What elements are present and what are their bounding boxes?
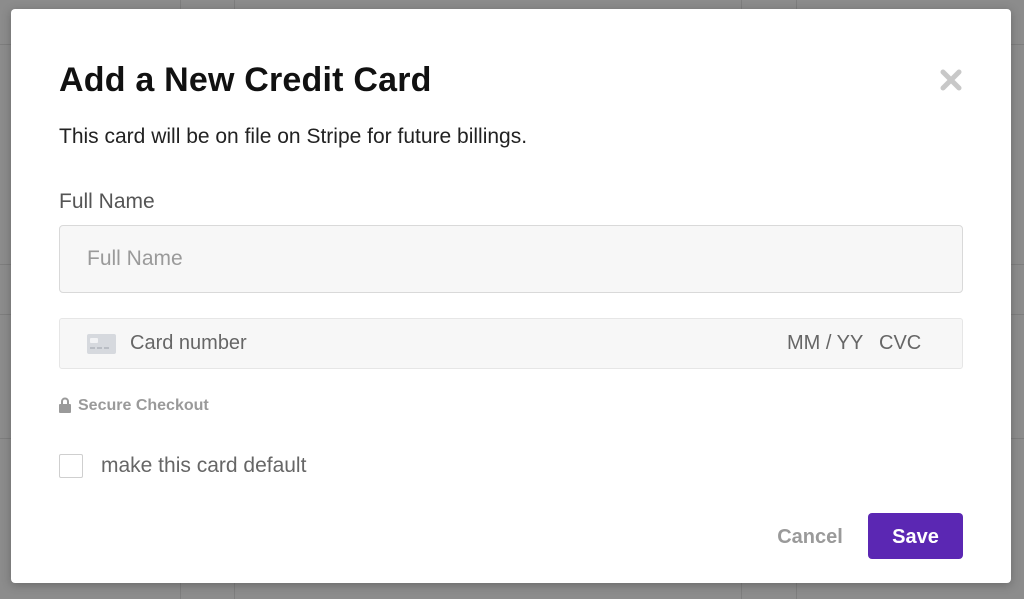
lock-icon <box>59 397 71 413</box>
default-card-checkbox-label[interactable]: make this card default <box>101 454 306 478</box>
dialog-subtitle: This card will be on file on Stripe for … <box>59 125 528 148</box>
full-name-label: Full Name <box>59 190 155 213</box>
add-credit-card-dialog: Add a New Credit Card This card will be … <box>11 9 1011 583</box>
card-cvc-input[interactable]: CVC <box>879 332 921 355</box>
dialog-title: Add a New Credit Card <box>59 61 432 99</box>
credit-card-icon <box>87 334 116 354</box>
secure-checkout-text: Secure Checkout <box>78 397 209 414</box>
full-name-input[interactable] <box>59 225 963 293</box>
close-icon[interactable] <box>938 67 964 93</box>
card-input-field[interactable]: Card number MM / YY CVC <box>59 318 963 369</box>
card-expiry-input[interactable]: MM / YY <box>787 332 863 355</box>
default-card-checkbox[interactable] <box>59 454 83 478</box>
cancel-button[interactable]: Cancel <box>766 513 854 559</box>
card-number-input[interactable]: Card number <box>130 332 247 355</box>
save-button[interactable]: Save <box>868 513 963 559</box>
